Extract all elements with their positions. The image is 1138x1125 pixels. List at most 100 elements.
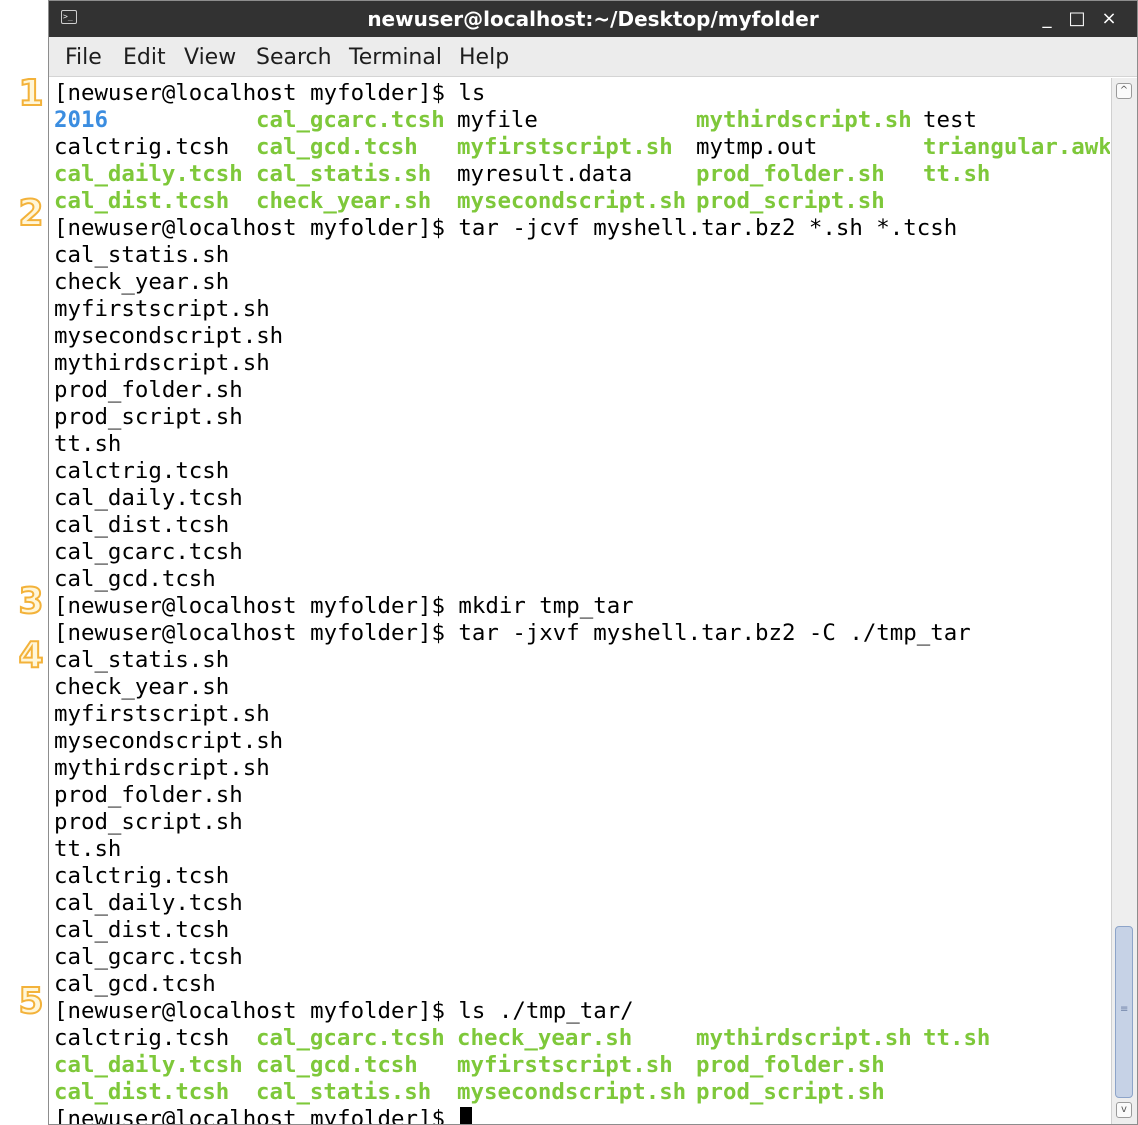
output-line: prod_folder.sh	[54, 782, 243, 808]
ls-entry: prod_script.sh	[696, 1079, 885, 1105]
command-line: [newuser@localhost myfolder]$ ls	[54, 80, 485, 107]
output-line: prod_folder.sh	[54, 377, 243, 403]
output-line: prod_script.sh	[54, 809, 243, 835]
vertical-scrollbar[interactable]: ^ ≡ v	[1111, 78, 1137, 1124]
step-marker-3: 3	[17, 581, 44, 622]
prompt: [newuser@localhost myfolder]$	[54, 620, 445, 646]
output-line: mythirdscript.sh	[54, 755, 270, 781]
output-line: calctrig.tcsh	[54, 458, 230, 484]
ls-row: cal_daily.tcsh cal_gcd.tcsh myfirstscrip…	[54, 1052, 885, 1079]
ls-entry: tt.sh	[923, 1025, 991, 1051]
step-marker-1: 1	[17, 73, 44, 114]
command-line: [newuser@localhost myfolder]$ ls ./tmp_t…	[54, 998, 634, 1025]
ls-entry: myfirstscript.sh	[457, 1052, 673, 1078]
window-title: newuser@localhost:~/Desktop/myfolder	[367, 7, 819, 31]
output-line: cal_daily.tcsh	[54, 890, 243, 916]
output-line: cal_dist.tcsh	[54, 917, 230, 943]
output-line: tt.sh	[54, 431, 122, 457]
prompt: [newuser@localhost myfolder]$	[54, 1106, 445, 1124]
ls-entry: cal_gcarc.tcsh	[256, 1025, 445, 1051]
ls-entry: prod_script.sh	[696, 188, 885, 214]
ls-row: calctrig.tcsh cal_gcarc.tcsh check_year.…	[54, 1025, 990, 1052]
menu-terminal[interactable]: Terminal	[349, 37, 442, 77]
ls-entry: 2016	[54, 107, 108, 133]
screenshot-stage: 1 2 3 4 5 >_ newuser@localhost:~/Desktop…	[0, 0, 1138, 1125]
menu-search[interactable]: Search	[256, 37, 332, 77]
command-text: tar -jxvf myshell.tar.bz2 -C ./tmp_tar	[458, 620, 971, 646]
prompt: [newuser@localhost myfolder]$	[54, 215, 445, 241]
ls-entry: cal_dist.tcsh	[54, 188, 230, 214]
scroll-down-button[interactable]: v	[1116, 1102, 1132, 1118]
step-marker-5: 5	[17, 981, 44, 1022]
text-cursor	[460, 1107, 473, 1124]
ls-entry: cal_gcarc.tcsh	[256, 107, 445, 133]
ls-row: cal_dist.tcsh cal_statis.sh mysecondscri…	[54, 1079, 885, 1106]
ls-entry: calctrig.tcsh	[54, 134, 230, 160]
output-line: tt.sh	[54, 836, 122, 862]
output-line: cal_statis.sh	[54, 242, 230, 268]
command-line[interactable]: [newuser@localhost myfolder]$	[54, 1106, 473, 1124]
ls-entry: cal_daily.tcsh	[54, 1052, 243, 1078]
step-marker-2: 2	[17, 193, 44, 234]
command-text: ls ./tmp_tar/	[458, 998, 634, 1024]
ls-row: calctrig.tcsh cal_gcd.tcsh myfirstscript…	[54, 134, 1110, 161]
ls-entry: mythirdscript.sh	[696, 107, 912, 133]
output-line: mythirdscript.sh	[54, 350, 270, 376]
output-line: cal_gcarc.tcsh	[54, 539, 243, 565]
command-text: mkdir tmp_tar	[458, 593, 634, 619]
ls-entry: myresult.data	[457, 161, 633, 187]
menu-edit[interactable]: Edit	[123, 37, 166, 77]
menu-file[interactable]: File	[65, 37, 102, 77]
ls-entry: cal_statis.sh	[256, 1079, 432, 1105]
scrollbar-thumb[interactable]: ≡	[1115, 926, 1133, 1098]
ls-entry: mysecondscript.sh	[457, 1079, 687, 1105]
command-line: [newuser@localhost myfolder]$ mkdir tmp_…	[54, 593, 634, 620]
ls-row: 2016 cal_gcarc.tcsh myfile mythirdscript…	[54, 107, 977, 134]
menu-help[interactable]: Help	[459, 37, 509, 77]
output-line: cal_gcd.tcsh	[54, 566, 216, 592]
menu-view[interactable]: View	[184, 37, 236, 77]
ls-entry: triangular.awk	[923, 134, 1110, 160]
output-line: mysecondscript.sh	[54, 323, 284, 349]
prompt: [newuser@localhost myfolder]$	[54, 80, 445, 106]
ls-entry: check_year.sh	[256, 188, 432, 214]
output-line: prod_script.sh	[54, 404, 243, 430]
ls-entry: cal_statis.sh	[256, 161, 432, 187]
output-line: check_year.sh	[54, 269, 230, 295]
minimize-button[interactable]: _	[1035, 1, 1059, 37]
close-button[interactable]: ×	[1097, 1, 1121, 37]
ls-row: cal_dist.tcsh check_year.sh mysecondscri…	[54, 188, 885, 215]
output-line: check_year.sh	[54, 674, 230, 700]
ls-entry: mytmp.out	[696, 134, 818, 160]
scroll-up-button[interactable]: ^	[1116, 83, 1132, 99]
output-line: myfirstscript.sh	[54, 296, 270, 322]
ls-entry: cal_gcd.tcsh	[256, 134, 418, 160]
ls-entry: mysecondscript.sh	[457, 188, 687, 214]
command-line: [newuser@localhost myfolder]$ tar -jxvf …	[54, 620, 971, 647]
command-line: [newuser@localhost myfolder]$ tar -jcvf …	[54, 215, 957, 242]
title-bar[interactable]: >_ newuser@localhost:~/Desktop/myfolder …	[49, 1, 1137, 37]
command-text: tar -jcvf myshell.tar.bz2 *.sh *.tcsh	[458, 215, 958, 241]
output-line: myfirstscript.sh	[54, 701, 270, 727]
ls-entry: myfile	[457, 107, 538, 133]
output-line: cal_statis.sh	[54, 647, 230, 673]
command-text: ls	[458, 80, 486, 106]
ls-entry: mythirdscript.sh	[696, 1025, 912, 1051]
prompt: [newuser@localhost myfolder]$	[54, 998, 445, 1024]
ls-entry: myfirstscript.sh	[457, 134, 673, 160]
ls-entry: calctrig.tcsh	[54, 1025, 230, 1051]
grip-icon: ≡	[1120, 1004, 1129, 1015]
terminal-window: >_ newuser@localhost:~/Desktop/myfolder …	[48, 0, 1138, 1125]
output-line: mysecondscript.sh	[54, 728, 284, 754]
output-line: cal_gcarc.tcsh	[54, 944, 243, 970]
output-line: cal_gcd.tcsh	[54, 971, 216, 997]
step-marker-4: 4	[17, 635, 44, 676]
ls-row: cal_daily.tcsh cal_statis.sh myresult.da…	[54, 161, 990, 188]
ls-entry: prod_folder.sh	[696, 161, 885, 187]
output-line: cal_daily.tcsh	[54, 485, 243, 511]
terminal-output[interactable]: [newuser@localhost myfolder]$ ls 2016 ca…	[49, 78, 1110, 1124]
output-line: calctrig.tcsh	[54, 863, 230, 889]
prompt: [newuser@localhost myfolder]$	[54, 593, 445, 619]
maximize-button[interactable]: □	[1065, 1, 1089, 37]
ls-entry: check_year.sh	[457, 1025, 633, 1051]
